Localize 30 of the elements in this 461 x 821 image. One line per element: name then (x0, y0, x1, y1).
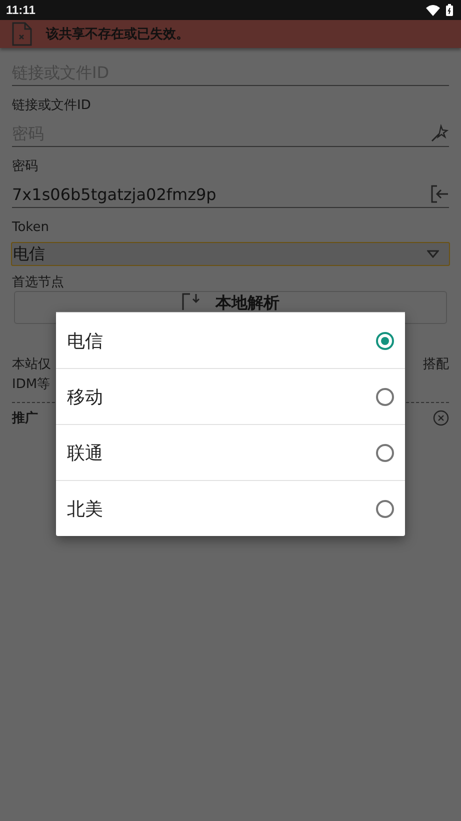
notice-text: IDM等 (12, 376, 50, 393)
promo-title: 推广 (12, 410, 38, 427)
notice-text: 本站仅 (12, 356, 51, 373)
file-error-icon (12, 22, 32, 46)
download-icon (182, 293, 202, 311)
option-label: 北美 (67, 498, 103, 520)
radio-button[interactable] (376, 332, 394, 350)
radio-button[interactable] (376, 500, 394, 518)
magic-wand-icon[interactable] (431, 124, 449, 142)
login-icon[interactable] (431, 185, 449, 203)
option-item[interactable]: 移动 (56, 368, 405, 424)
option-label: 联通 (67, 442, 103, 464)
option-item[interactable]: 联通 (56, 424, 405, 480)
error-message: 该共享不存在或已失效。 (46, 26, 189, 43)
field-label: Token (12, 220, 49, 234)
option-item[interactable]: 北美 (56, 480, 405, 536)
field-label: 首选节点 (12, 275, 64, 290)
dropdown-arrow-icon (427, 250, 439, 258)
notice-text: 搭配 (423, 356, 449, 373)
wifi-icon (426, 4, 440, 16)
option-label: 电信 (67, 330, 103, 352)
field-label: 链接或文件ID (12, 98, 91, 112)
clock: 11:11 (6, 3, 36, 17)
battery-icon (446, 4, 453, 16)
close-icon[interactable] (433, 410, 449, 426)
radio-button[interactable] (376, 444, 394, 462)
radio-button[interactable] (376, 388, 394, 406)
field-label: 密码 (12, 158, 38, 174)
option-item[interactable]: 电信 (56, 312, 405, 368)
option-label: 移动 (67, 386, 103, 408)
